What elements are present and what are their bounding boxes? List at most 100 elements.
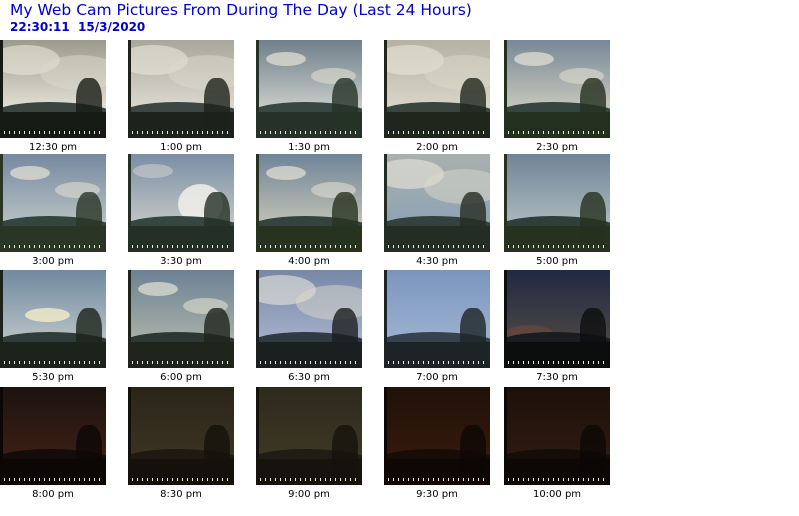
webcam-thumbnail-image[interactable] (0, 387, 106, 485)
tree (204, 192, 230, 244)
webcam-thumbnail-image[interactable] (256, 40, 362, 138)
distant-lights (132, 245, 228, 248)
thumbnail-time-label: 4:00 pm (288, 256, 330, 267)
thumbnail-time-label: 8:00 pm (32, 489, 74, 500)
distant-lights (260, 245, 356, 248)
webcam-thumbnail-image[interactable] (504, 154, 610, 252)
tree (580, 192, 606, 244)
distant-lights (508, 245, 604, 248)
thumbnail-time-label: 9:30 pm (416, 489, 458, 500)
distant-lights (388, 131, 484, 134)
webcam-thumbnail-image[interactable] (504, 270, 610, 368)
tree (204, 425, 230, 477)
webcam-thumbnail-cell: 4:30 pm (384, 154, 490, 268)
webcam-thumbnail-cell: 8:30 pm (128, 387, 234, 501)
webcam-thumbnail-cell: 4:00 pm (256, 154, 362, 268)
window-frame-edge (504, 154, 507, 252)
thumbnail-time-label: 1:30 pm (288, 142, 330, 153)
window-frame-edge (384, 40, 387, 138)
thumbnail-time-label: 3:00 pm (32, 256, 74, 267)
webcam-thumbnail-image[interactable] (384, 270, 490, 368)
webcam-thumbnail-image[interactable] (256, 270, 362, 368)
tree (332, 308, 358, 360)
thumbnail-time-label: 7:00 pm (416, 372, 458, 383)
webcam-thumbnail-image[interactable] (0, 154, 106, 252)
tree (460, 78, 486, 130)
webcam-thumbnail-image[interactable] (128, 387, 234, 485)
tree (76, 425, 102, 477)
cloud (25, 308, 70, 322)
distant-lights (388, 478, 484, 481)
webcam-thumbnail-cell: 6:30 pm (256, 270, 362, 384)
window-frame-edge (504, 387, 507, 485)
tree (76, 308, 102, 360)
window-frame-edge (0, 387, 3, 485)
thumbnail-time-label: 7:30 pm (536, 372, 578, 383)
thumbnail-time-label: 9:00 pm (288, 489, 330, 500)
thumbnail-time-label: 1:00 pm (160, 142, 202, 153)
window-frame-edge (0, 270, 3, 368)
webcam-thumbnail-image[interactable] (384, 387, 490, 485)
distant-lights (132, 478, 228, 481)
tree (76, 192, 102, 244)
thumbnail-time-label: 5:30 pm (32, 372, 74, 383)
webcam-thumbnail-cell: 7:00 pm (384, 270, 490, 384)
thumbnail-time-label: 4:30 pm (416, 256, 458, 267)
page-timestamp: 22:30:11 15/3/2020 (10, 20, 146, 34)
webcam-thumbnail-image[interactable] (0, 270, 106, 368)
window-frame-edge (256, 270, 259, 368)
tree (204, 308, 230, 360)
tree (332, 78, 358, 130)
webcam-thumbnail-cell: 5:30 pm (0, 270, 106, 384)
webcam-thumbnail-image[interactable] (384, 40, 490, 138)
thumbnail-time-label: 8:30 pm (160, 489, 202, 500)
webcam-thumbnail-cell: 3:30 pm (128, 154, 234, 268)
webcam-thumbnail-cell: 2:00 pm (384, 40, 490, 154)
tree (460, 308, 486, 360)
tree (580, 425, 606, 477)
cloud (266, 52, 306, 66)
webcam-thumbnail-cell: 10:00 pm (504, 387, 610, 501)
thumbnail-time-label: 2:00 pm (416, 142, 458, 153)
webcam-thumbnail-cell: 1:30 pm (256, 40, 362, 154)
window-frame-edge (504, 40, 507, 138)
webcam-thumbnail-cell: 12:30 pm (0, 40, 106, 154)
distant-lights (388, 245, 484, 248)
distant-lights (132, 131, 228, 134)
webcam-thumbnail-image[interactable] (504, 387, 610, 485)
webcam-thumbnail-image[interactable] (504, 40, 610, 138)
distant-lights (260, 361, 356, 364)
webcam-thumbnail-image[interactable] (128, 154, 234, 252)
webcam-thumbnail-cell: 5:00 pm (504, 154, 610, 268)
window-frame-edge (128, 40, 131, 138)
distant-lights (4, 131, 100, 134)
webcam-thumbnail-image[interactable] (256, 387, 362, 485)
distant-lights (508, 361, 604, 364)
distant-lights (508, 478, 604, 481)
thumbnail-time-label: 6:30 pm (288, 372, 330, 383)
page-title: My Web Cam Pictures From During The Day … (10, 1, 472, 19)
window-frame-edge (384, 387, 387, 485)
window-frame-edge (128, 387, 131, 485)
window-frame-edge (504, 270, 507, 368)
distant-lights (132, 361, 228, 364)
thumbnail-time-label: 5:00 pm (536, 256, 578, 267)
distant-lights (4, 245, 100, 248)
thumbnail-time-label: 2:30 pm (536, 142, 578, 153)
webcam-thumbnail-image[interactable] (128, 270, 234, 368)
window-frame-edge (0, 154, 3, 252)
tree (204, 78, 230, 130)
thumbnail-time-label: 6:00 pm (160, 372, 202, 383)
distant-lights (260, 478, 356, 481)
webcam-thumbnail-image[interactable] (256, 154, 362, 252)
cloud (133, 164, 173, 178)
window-frame-edge (384, 154, 387, 252)
tree (332, 192, 358, 244)
thumbnail-time-label: 12:30 pm (28, 142, 78, 153)
webcam-thumbnail-image[interactable] (0, 40, 106, 138)
tree (76, 78, 102, 130)
webcam-thumbnail-image[interactable] (128, 40, 234, 138)
window-frame-edge (256, 40, 259, 138)
distant-lights (4, 478, 100, 481)
webcam-thumbnail-image[interactable] (384, 154, 490, 252)
